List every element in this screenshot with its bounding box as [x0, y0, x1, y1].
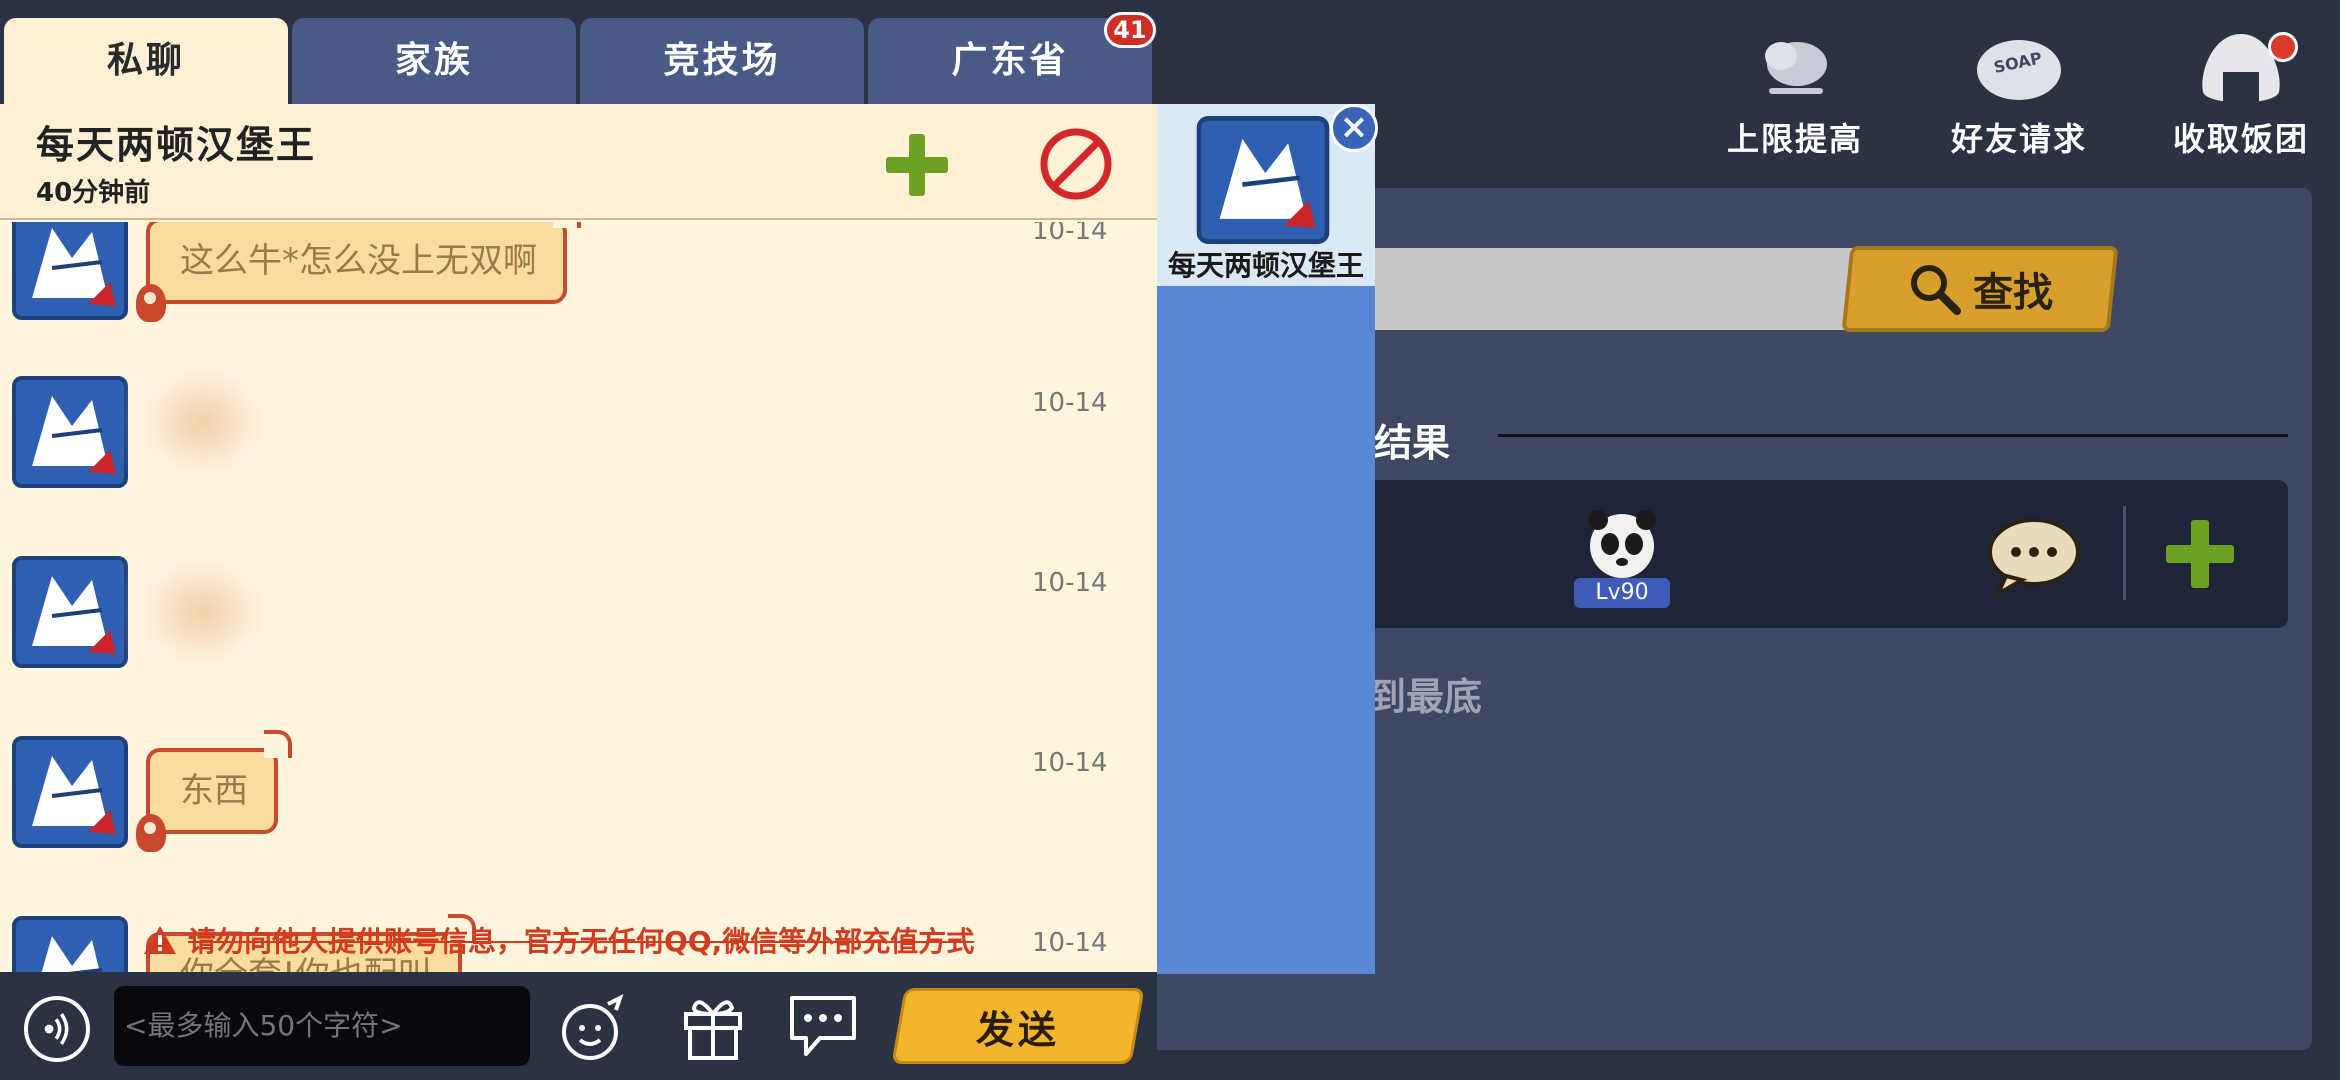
blurred-message-bubble [132, 362, 272, 482]
message-date: 10-14 [1032, 568, 1108, 598]
last-seen-time: 40分钟前 [36, 178, 151, 208]
message-bubble: 这么牛*怎么没上无双啊 [136, 222, 581, 322]
panda-avatar-icon [1588, 510, 1656, 578]
voice-icon[interactable] [24, 996, 90, 1062]
gift-icon[interactable] [680, 990, 746, 1062]
fox-avatar-icon[interactable] [12, 376, 128, 488]
send-button-label: 发送 [975, 1007, 1060, 1052]
message-date: 10-14 [1032, 928, 1108, 958]
chat-window: 私聊 家族 竞技场 广东省 41 每天两顿汉堡王 40分钟前 这么牛*怎么没上无… [0, 0, 1157, 1080]
message-item: 10-14 [0, 552, 1157, 676]
close-icon[interactable]: × [1330, 104, 1378, 152]
unread-badge: 41 [1104, 12, 1156, 48]
fox-avatar-icon[interactable] [12, 736, 128, 848]
tab-private[interactable]: 私聊 [4, 18, 288, 104]
limit-increase-button[interactable]: 上限提高 [1720, 28, 1870, 160]
search-button-label: 查找 [1973, 270, 2053, 316]
block-icon[interactable] [1038, 126, 1114, 202]
message-text: 这么牛*怎么没上无双啊 [180, 241, 537, 281]
result-divider [1498, 434, 2288, 437]
message-date: 10-14 [1032, 222, 1108, 246]
message-date: 10-14 [1032, 748, 1108, 778]
emoji-icon[interactable] [556, 992, 628, 1064]
soap-icon: SOAP [1977, 40, 2061, 100]
message-item: 这么牛*怎么没上无双啊 10-14 [0, 222, 1157, 328]
fox-avatar-icon[interactable] [12, 222, 128, 320]
row-divider [2123, 506, 2126, 600]
message-date: 10-14 [1032, 388, 1108, 418]
message-bubble: 东西 [136, 730, 292, 852]
magnifier-icon [1911, 265, 1961, 315]
limit-increase-label: 上限提高 [1726, 120, 1863, 158]
quick-message-icon[interactable] [786, 990, 860, 1060]
send-button[interactable]: 发送 [891, 988, 1145, 1064]
collect-riceball-label: 收取饭团 [2172, 120, 2309, 158]
chat-header: 每天两顿汉堡王 40分钟前 [0, 104, 1157, 220]
message-list: 这么牛*怎么没上无双啊 10-14 10-14 10-14 东西 10-14 1… [0, 222, 1157, 972]
input-bar: 发送 [0, 972, 1157, 1080]
contact-name: 每天两顿汉堡王 [1167, 249, 1364, 282]
friend-request-button[interactable]: SOAP 好友请求 [1944, 28, 2094, 160]
fox-avatar-icon[interactable] [12, 556, 128, 668]
search-result-label: 结果 [1374, 421, 1451, 465]
warning-icon [144, 926, 176, 954]
search-input[interactable] [1370, 248, 1870, 330]
list-end-text: 到最底 [1368, 675, 1483, 719]
chat-partner-name: 每天两顿汉堡王 [36, 123, 317, 167]
message-item: 东西 10-14 [0, 730, 1157, 856]
security-warning: 请勿向他人提供账号信息，官方无任何QQ,微信等外部充值方式 [188, 925, 975, 958]
add-friend-icon[interactable] [884, 132, 950, 198]
collect-riceball-button[interactable]: 收取饭团 [2166, 28, 2316, 160]
fox-avatar-icon [1196, 116, 1330, 244]
search-button[interactable]: 查找 [1841, 246, 2119, 332]
level-badge: Lv90 [1574, 578, 1670, 608]
cloud-hand-icon [1765, 42, 1827, 94]
message-item: 10-14 [0, 362, 1157, 496]
chat-input[interactable] [114, 986, 530, 1066]
notification-dot [2268, 32, 2298, 62]
chat-tabs: 私聊 家族 竞技场 广东省 41 [0, 0, 1157, 104]
tab-family[interactable]: 家族 [292, 18, 576, 104]
add-friend-plus-icon[interactable] [2162, 516, 2238, 592]
fox-avatar-icon[interactable] [12, 916, 128, 972]
message-text: 东西 [180, 771, 248, 811]
friend-request-label: 好友请求 [1950, 120, 2087, 158]
chat-bubble-icon[interactable] [1986, 516, 2082, 596]
blurred-message-bubble [132, 552, 272, 672]
tab-arena[interactable]: 竞技场 [580, 18, 864, 104]
